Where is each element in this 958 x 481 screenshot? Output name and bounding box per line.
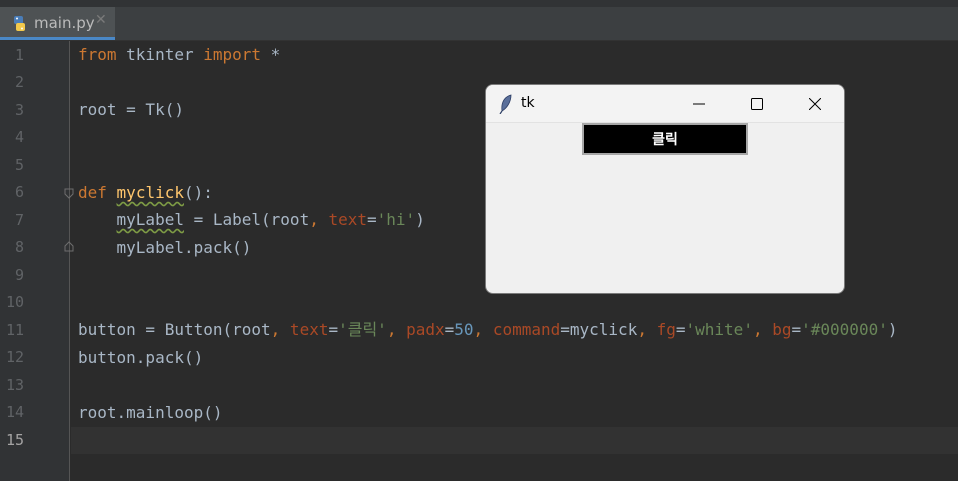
maximize-button[interactable] — [728, 85, 786, 123]
feather-icon — [499, 94, 512, 114]
fold-collapse-icon[interactable] — [64, 188, 74, 200]
code-line-7[interactable]: myLabel = Label(root, text='hi') — [78, 210, 425, 230]
current-line-highlight — [71, 427, 958, 454]
close-icon — [809, 98, 821, 110]
line-number: 13 — [5, 376, 24, 394]
code-line-3[interactable]: root = Tk() — [78, 100, 184, 120]
code-line-6[interactable]: def myclick(): — [78, 183, 213, 203]
line-number: 4 — [14, 128, 24, 146]
minimize-button[interactable] — [670, 85, 728, 123]
line-number: 1 — [14, 46, 24, 64]
python-file-icon — [14, 16, 25, 31]
line-number: 10 — [5, 293, 24, 311]
function-name: myclick — [116, 183, 184, 202]
code-line-12[interactable]: button.pack() — [78, 348, 203, 368]
fold-end-icon[interactable] — [64, 240, 74, 252]
minimize-icon — [693, 103, 705, 105]
top-strip — [0, 0, 958, 7]
window-title: tk — [521, 95, 535, 111]
code-line-8[interactable]: myLabel.pack() — [78, 238, 252, 258]
line-number: 12 — [5, 348, 24, 366]
line-number: 8 — [14, 238, 24, 256]
close-button[interactable] — [786, 85, 844, 123]
tab-main-py[interactable]: main.py ✕ — [0, 7, 115, 40]
line-number: 3 — [14, 101, 24, 119]
editor-tab-bar: main.py ✕ — [0, 7, 958, 41]
line-number: 7 — [14, 211, 24, 229]
maximize-icon — [751, 98, 763, 110]
line-number: 14 — [5, 403, 24, 421]
line-number: 15 — [5, 431, 24, 449]
tk-window[interactable]: tk 클릭 — [485, 84, 845, 294]
line-number: 2 — [14, 73, 24, 91]
line-number-gutter: 1 2 3 4 5 6 7 8 9 10 11 12 13 14 15 — [0, 41, 74, 481]
variable-name: myLabel — [116, 210, 184, 229]
tab-label: main.py — [34, 14, 95, 32]
code-line-11[interactable]: button = Button(root, text='클릭', padx=50… — [78, 320, 897, 340]
code-line-1[interactable]: from tkinter import * — [78, 45, 280, 65]
click-button[interactable]: 클릭 — [582, 123, 748, 155]
line-number: 9 — [14, 266, 24, 284]
line-number: 6 — [14, 183, 24, 201]
tk-titlebar[interactable]: tk — [486, 85, 844, 123]
line-number: 5 — [14, 156, 24, 174]
tab-close-icon[interactable]: ✕ — [95, 12, 107, 28]
line-number: 11 — [5, 321, 24, 339]
code-line-14[interactable]: root.mainloop() — [78, 403, 223, 423]
